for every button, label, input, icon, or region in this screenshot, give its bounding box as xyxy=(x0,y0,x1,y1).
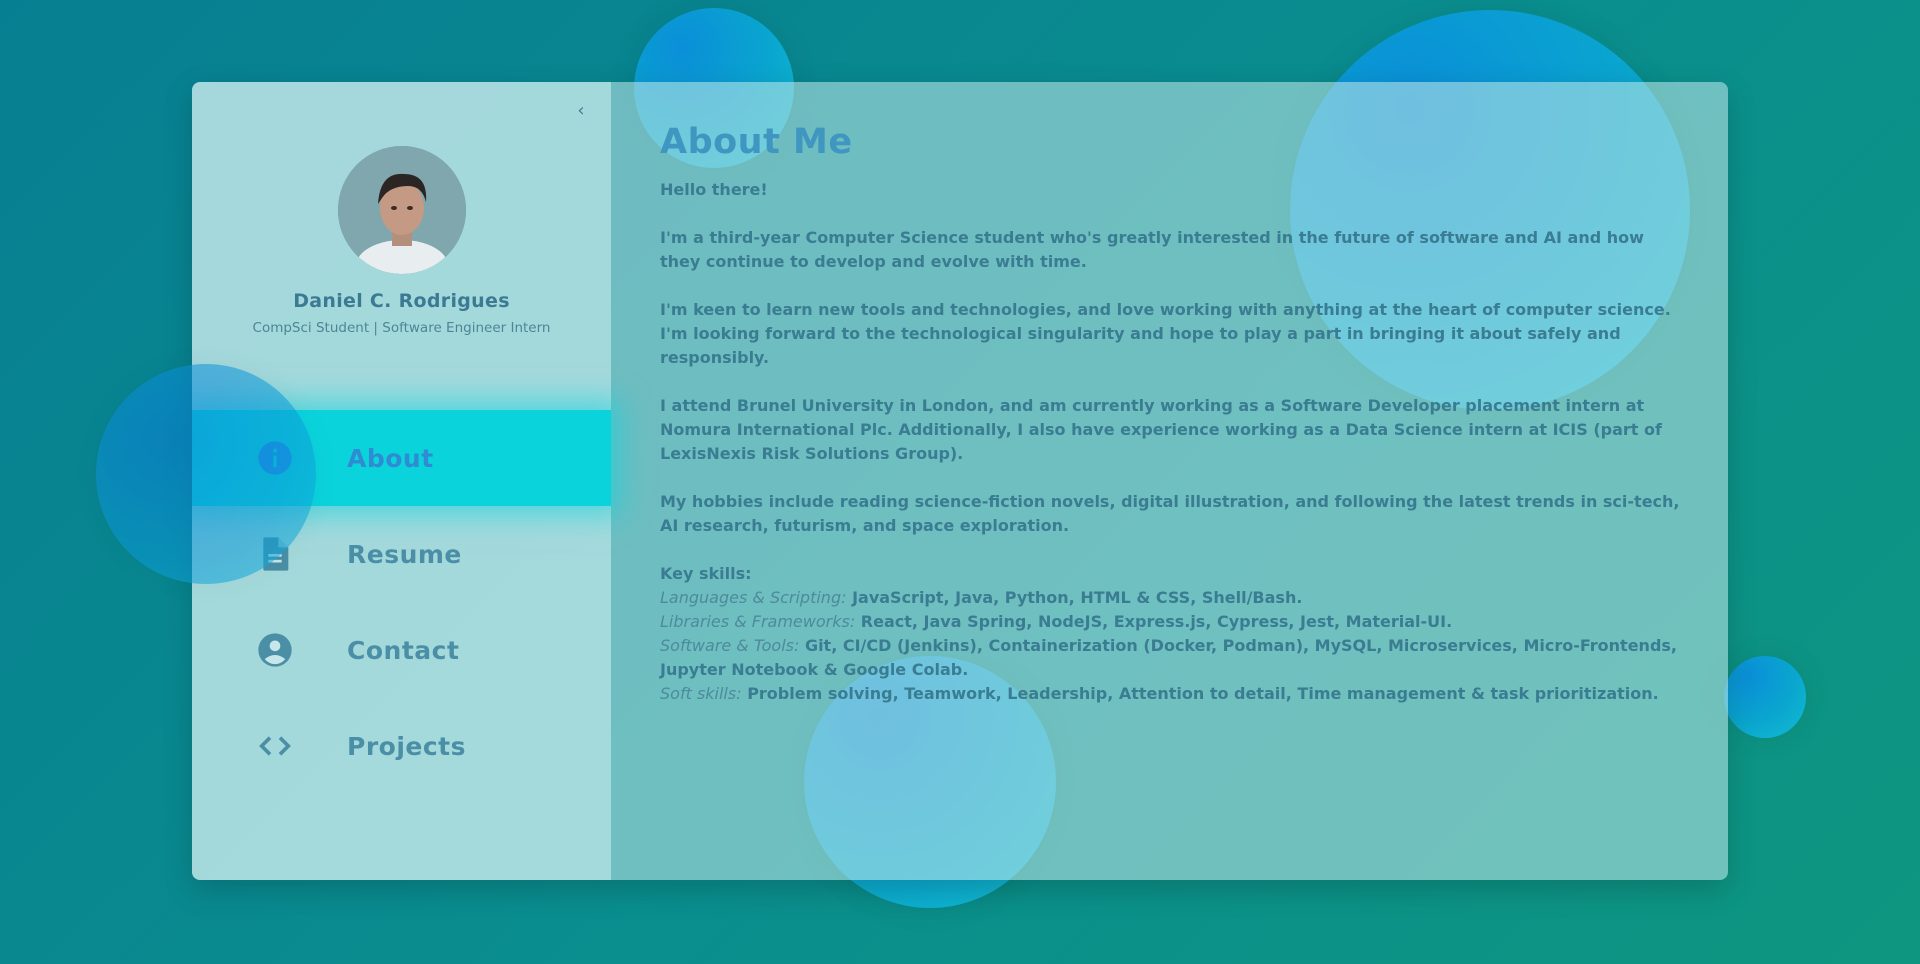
paragraph-greeting: Hello there! xyxy=(660,180,768,199)
page-title: About Me xyxy=(660,122,853,162)
skill-category: Soft skills: xyxy=(660,684,742,703)
avatar xyxy=(338,146,466,274)
nav-item-projects[interactable]: Projects xyxy=(192,698,611,794)
nav-label: About xyxy=(347,443,434,473)
paragraph-education: I attend Brunel University in London, an… xyxy=(660,396,1662,463)
skill-line: Software & Tools: Git, CI/CD (Jenkins), … xyxy=(660,634,1685,682)
skill-line: Languages & Scripting: JavaScript, Java,… xyxy=(660,586,1685,610)
skill-line: Libraries & Frameworks: React, Java Spri… xyxy=(660,610,1685,634)
skill-items: JavaScript, Java, Python, HTML & CSS, Sh… xyxy=(852,588,1303,607)
portfolio-card: ‹ Daniel C. Rodrigues CompSci Student | … xyxy=(192,82,1728,880)
profile-name: Daniel C. Rodrigues xyxy=(293,290,510,312)
profile-role: CompSci Student | Software Engineer Inte… xyxy=(252,320,551,336)
skill-items: React, Java Spring, NodeJS, Express.js, … xyxy=(860,612,1453,631)
nav-label: Projects xyxy=(347,731,467,761)
paragraph-intro: I'm a third-year Computer Science studen… xyxy=(660,228,1644,271)
skill-category: Software & Tools: xyxy=(660,636,800,655)
skill-items: Problem solving, Teamwork, Leadership, A… xyxy=(747,684,1659,703)
skills-heading: Key skills: xyxy=(660,564,752,583)
nav-label: Contact xyxy=(347,635,460,665)
collapse-sidebar-button[interactable]: ‹ xyxy=(569,98,593,122)
skill-category: Languages & Scripting: xyxy=(660,588,847,607)
nav-item-contact[interactable]: Contact xyxy=(192,602,611,698)
decorative-bubble xyxy=(96,364,316,584)
chevron-left-icon: ‹ xyxy=(577,99,585,121)
paragraph-hobbies: My hobbies include reading science-ficti… xyxy=(660,492,1680,535)
nav-label: Resume xyxy=(347,539,462,569)
paragraph-interests: I'm keen to learn new tools and technolo… xyxy=(660,300,1671,367)
code-icon xyxy=(253,724,297,768)
account-circle-icon xyxy=(253,628,297,672)
decorative-bubble xyxy=(1724,656,1806,738)
skill-items: Git, CI/CD (Jenkins), Containerization (… xyxy=(660,636,1677,679)
skill-line: Soft skills: Problem solving, Teamwork, … xyxy=(660,682,1685,706)
about-content: About Me Hello there! I'm a third-year C… xyxy=(660,122,1685,706)
profile-photo xyxy=(338,146,466,274)
skill-category: Libraries & Frameworks: xyxy=(660,612,856,631)
